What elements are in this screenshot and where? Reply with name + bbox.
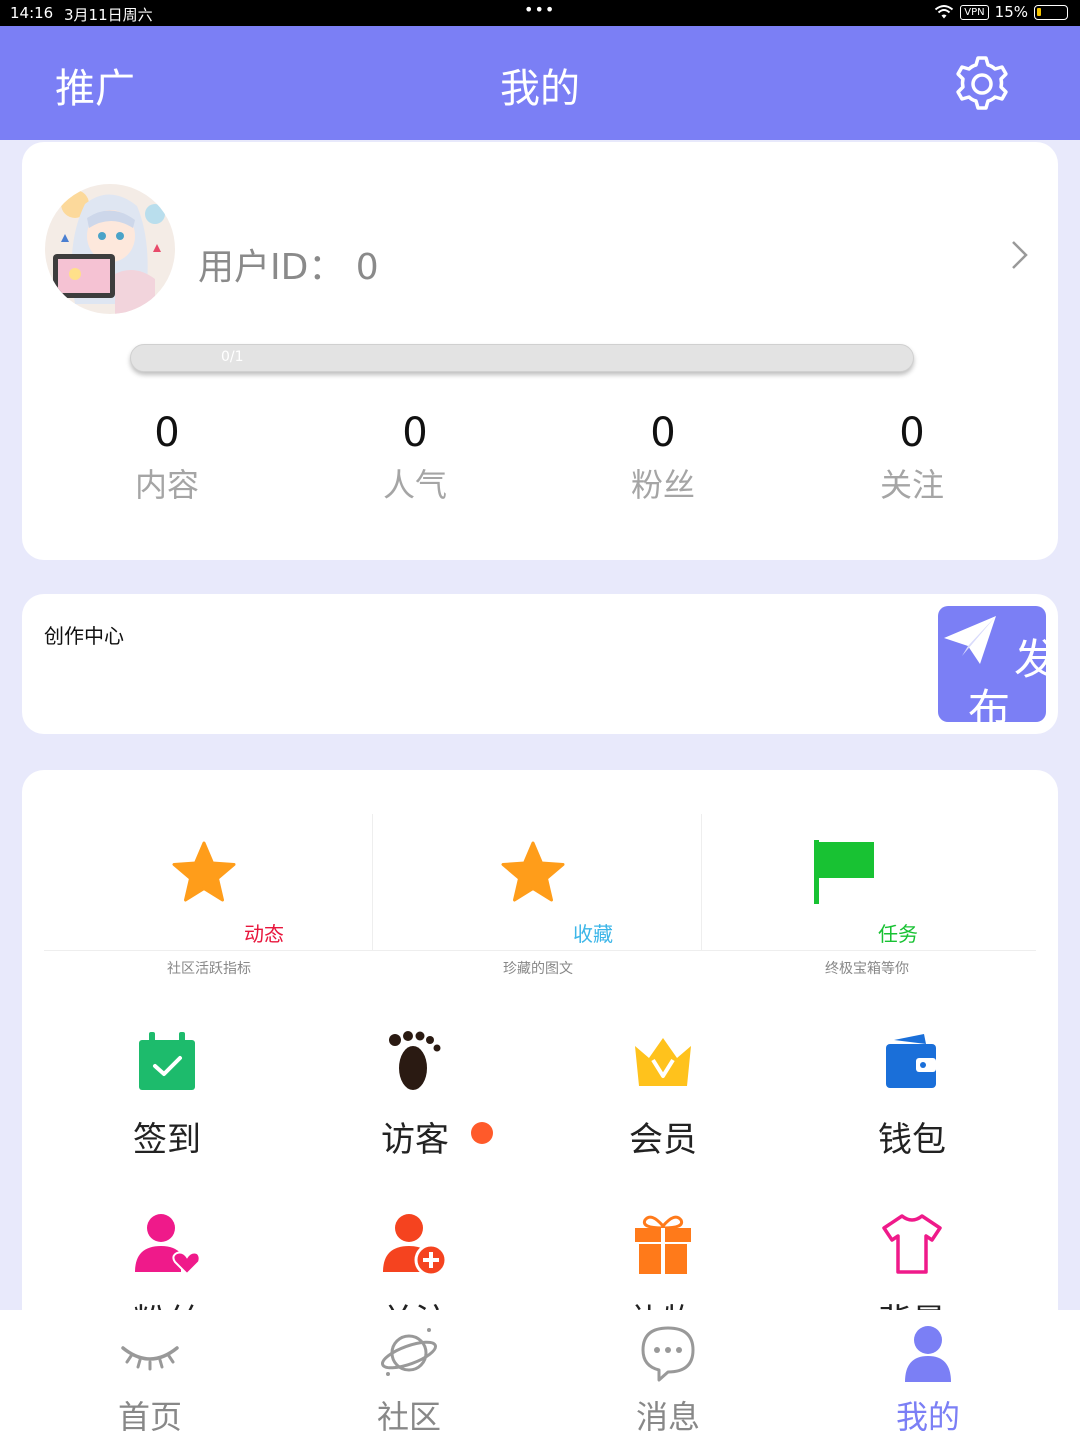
stat-label: 关注 [879, 466, 944, 504]
crown-icon [635, 1038, 691, 1086]
user-id-value: 0 [355, 247, 379, 288]
grid-label: 钱包 [878, 1120, 946, 1160]
stat-value: 0 [899, 410, 925, 456]
battery-icon [1034, 4, 1068, 20]
tab-label: 社区 [376, 1398, 441, 1436]
profile-card: 用户ID： 0 0/1 0 内容 0 人气 0 粉丝 0 关注 [22, 142, 1058, 560]
stat-content[interactable]: 0 内容 [67, 408, 267, 506]
stat-label: 粉丝 [630, 466, 695, 504]
grid-label: 会员 [629, 1120, 697, 1160]
tab-bar: 首页 社区 消息 我的 [0, 1310, 1080, 1440]
stat-label: 人气 [382, 466, 447, 504]
shirt-icon [882, 1214, 942, 1274]
calendar-check-icon [139, 1032, 195, 1090]
multitask-dots[interactable]: ••• [524, 0, 555, 19]
gear-icon[interactable] [950, 52, 1014, 116]
feature-subtitle: 终极宝箱等你 [825, 961, 909, 977]
user-add-icon [383, 1214, 447, 1276]
divider [44, 950, 1036, 951]
grid-membership[interactable]: 会员 [563, 1030, 763, 1161]
header: 我的 推广 [0, 26, 1080, 140]
publish-button[interactable]: 发 布 [938, 606, 1046, 722]
stat-popularity[interactable]: 0 人气 [315, 408, 515, 506]
creation-center-card: 创作中心 发 布 [22, 594, 1058, 734]
grid-wallet[interactable]: 钱包 [812, 1030, 1012, 1161]
flag-icon [814, 840, 874, 904]
user-heart-icon [135, 1214, 199, 1276]
feature-label: 收藏 [573, 922, 613, 946]
feature-subtitle: 珍藏的图文 [503, 961, 573, 977]
grid-label: 访客 [381, 1112, 493, 1161]
vpn-badge: VPN [960, 4, 989, 20]
tab-label: 消息 [635, 1398, 700, 1436]
tab-community[interactable]: 社区 [309, 1310, 509, 1438]
progress-text: 0/1 [221, 349, 244, 365]
grid-checkin[interactable]: 签到 [67, 1030, 267, 1161]
footprint-icon [389, 1031, 441, 1090]
grid-label-text: 访客 [381, 1120, 449, 1160]
notification-dot [471, 1122, 493, 1144]
battery-percent: 15% [994, 3, 1028, 21]
tab-label: 我的 [895, 1398, 960, 1436]
wallet-icon [886, 1034, 936, 1088]
level-progress-bar: 0/1 [130, 344, 914, 372]
stat-label: 内容 [134, 466, 199, 504]
tab-mine[interactable]: 我的 [828, 1310, 1028, 1438]
promote-button[interactable]: 推广 [55, 56, 135, 114]
feature-activity[interactable]: 动态 社区活跃指标 [44, 814, 374, 977]
status-time: 14:16 [10, 4, 54, 22]
planet-icon [381, 1328, 437, 1376]
grid-label: 签到 [133, 1120, 201, 1160]
feature-label: 动态 [244, 922, 284, 946]
wifi-icon [935, 5, 954, 19]
stat-fans[interactable]: 0 粉丝 [563, 408, 763, 506]
eye-icon [121, 1346, 179, 1371]
page-title: 我的 [500, 66, 580, 112]
creation-center-title: 创作中心 [44, 624, 124, 648]
grid-visitors[interactable]: 访客 [315, 1030, 515, 1161]
publish-label-2: 布 [968, 685, 1011, 722]
tab-label: 首页 [117, 1398, 182, 1436]
star-icon [172, 841, 236, 902]
paper-plane-icon [944, 616, 996, 664]
stat-value: 0 [650, 410, 676, 456]
feature-tasks[interactable]: 任务 终极宝箱等你 [702, 814, 1032, 977]
tab-home[interactable]: 首页 [50, 1310, 250, 1438]
feature-subtitle: 社区活跃指标 [167, 961, 251, 977]
gift-icon [635, 1215, 691, 1274]
avatar[interactable] [45, 184, 175, 314]
publish-label-1: 发 [1014, 635, 1046, 684]
stat-following[interactable]: 0 关注 [812, 408, 1012, 506]
tab-messages[interactable]: 消息 [568, 1310, 768, 1438]
stat-value: 0 [402, 410, 428, 456]
status-date: 3月11日周六 [64, 6, 153, 24]
stat-value: 0 [154, 410, 180, 456]
star-icon [501, 841, 565, 902]
status-bar: 14:16 3月11日周六 ••• VPN 15% [0, 0, 1080, 26]
user-id-label: 用户ID： [198, 247, 345, 288]
user-icon [905, 1326, 951, 1382]
chat-icon [641, 1326, 695, 1382]
feature-label: 任务 [878, 922, 918, 946]
chevron-right-icon[interactable] [1008, 238, 1032, 272]
feature-favorites[interactable]: 收藏 珍藏的图文 [373, 814, 703, 977]
user-id[interactable]: 用户ID： 0 [198, 238, 379, 290]
